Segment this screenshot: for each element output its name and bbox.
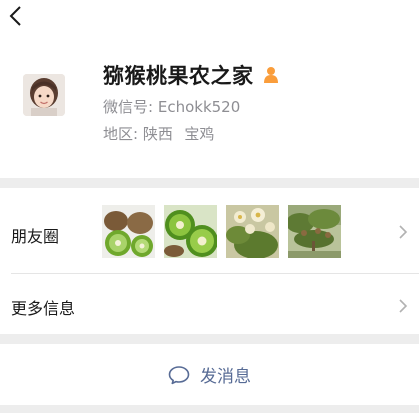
region-label: 地区:	[103, 125, 139, 143]
moments-thumbnails[interactable]	[102, 205, 341, 258]
kiwi-blossom-photo[interactable]	[226, 205, 279, 258]
send-message-content[interactable]: 发消息	[168, 362, 251, 387]
profile-name: 猕猴桃果农之家	[103, 64, 254, 88]
kiwi-orchard-photo[interactable]	[288, 205, 341, 258]
chevron-left-icon[interactable]	[6, 4, 26, 28]
moments-label[interactable]: 朋友圈	[11, 223, 59, 247]
chevron-right-icon[interactable]	[398, 298, 408, 314]
chat-bubble-icon	[168, 365, 190, 384]
profile-name-row: 猕猴桃果农之家	[103, 60, 279, 90]
wechat-id-line: 微信号: Echokk520	[103, 96, 240, 117]
person-icon	[263, 67, 278, 83]
wechat-id-label: 微信号:	[103, 98, 154, 116]
chevron-right-icon[interactable]	[398, 224, 408, 240]
more-info-label[interactable]: 更多信息	[11, 295, 75, 319]
profile-header: 猕猴桃果农之家 微信号: Echokk520 地区: 陕西 宝鸡	[0, 0, 419, 178]
row-divider	[11, 273, 419, 274]
kiwi-fruit-photo[interactable]	[102, 205, 155, 258]
send-message-button[interactable]: 发消息	[0, 344, 419, 405]
avatar[interactable]	[23, 74, 65, 116]
send-message-label[interactable]: 发消息	[200, 362, 251, 387]
kiwi-halves-photo[interactable]	[164, 205, 217, 258]
wechat-id-value: Echokk520	[157, 98, 241, 116]
region-line: 地区: 陕西 宝鸡	[103, 123, 214, 144]
profile-details-card: 朋友圈 更多信息	[0, 188, 419, 334]
region-city: 宝鸡	[184, 125, 215, 143]
region-province: 陕西	[142, 125, 173, 143]
